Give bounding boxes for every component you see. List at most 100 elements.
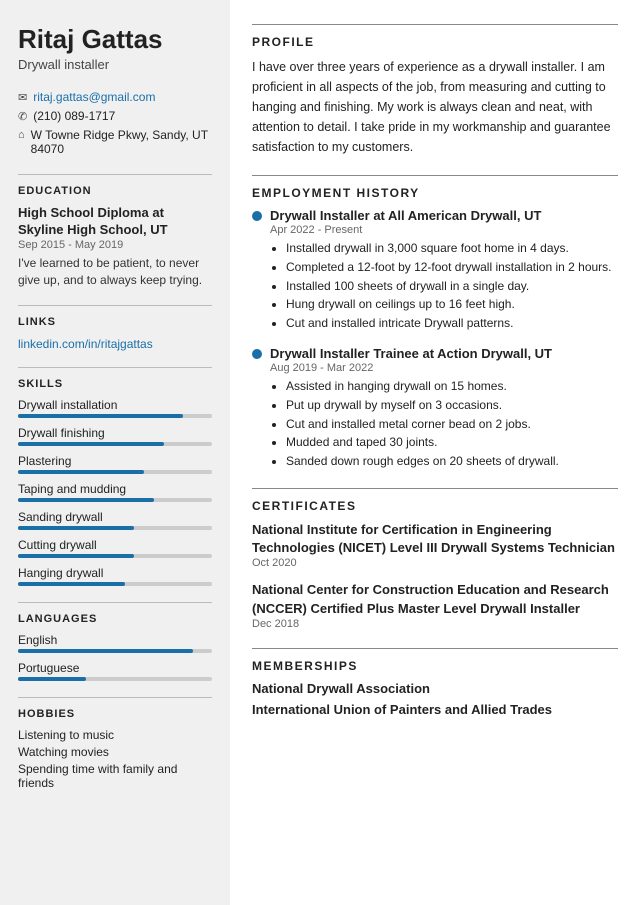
cert-entry: National Center for Construction Educati… <box>252 581 618 629</box>
language-name: English <box>18 633 212 647</box>
linkedin-link-item: linkedin.com/in/ritajgattas <box>18 336 212 351</box>
skill-bar-bg <box>18 554 212 558</box>
contact-email: ✉ ritaj.gattas@gmail.com <box>18 90 212 104</box>
hobby-item: Watching movies <box>18 745 212 759</box>
skills-section: SKILLS Drywall installation Drywall fini… <box>18 367 212 586</box>
skill-name: Cutting drywall <box>18 538 212 552</box>
skill-name: Taping and mudding <box>18 482 212 496</box>
members-list: National Drywall Association Internationa… <box>252 681 618 717</box>
job-bullet: Sanded down rough edges on 20 sheets of … <box>286 453 618 470</box>
sidebar: Ritaj Gattas Drywall installer ✉ ritaj.g… <box>0 0 230 905</box>
skill-bar-bg <box>18 582 212 586</box>
education-title: EDUCATION <box>18 185 212 197</box>
skill-name: Hanging drywall <box>18 566 212 580</box>
job-bullets: Assisted in hanging drywall on 15 homes.… <box>270 378 618 470</box>
email-icon: ✉ <box>18 91 27 104</box>
skill-bar-fill <box>18 526 134 530</box>
location-icon: ⌂ <box>18 129 25 141</box>
memberships-section: MEMBERSHIPS National Drywall Association… <box>252 648 618 717</box>
job-title: Drywall Installer Trainee at Action Dryw… <box>270 346 618 361</box>
job-bullet: Completed a 12-foot by 12-foot drywall i… <box>286 259 618 276</box>
edu-description: I've learned to be patient, to never giv… <box>18 255 212 289</box>
links-title: LINKS <box>18 316 212 328</box>
certificates-section-title: CERTIFICATES <box>252 499 618 513</box>
skill-bar-fill <box>18 554 134 558</box>
skill-bar-fill <box>18 498 154 502</box>
membership-item: National Drywall Association <box>252 681 618 696</box>
employment-section-title: EMPLOYMENT HISTORY <box>252 186 618 200</box>
skill-bar-fill <box>18 470 144 474</box>
job-bullet: Cut and installed metal corner bead on 2… <box>286 416 618 433</box>
skill-item: Taping and mudding <box>18 482 212 502</box>
skill-item: Sanding drywall <box>18 510 212 530</box>
skill-bar-bg <box>18 470 212 474</box>
job-title: Drywall Installer at All American Drywal… <box>270 208 618 223</box>
profile-section: PROFILE I have over three years of exper… <box>252 24 618 157</box>
cert-date: Dec 2018 <box>252 618 618 630</box>
language-name: Portuguese <box>18 661 212 675</box>
skill-item: Drywall installation <box>18 398 212 418</box>
job-bullet: Cut and installed intricate Drywall patt… <box>286 315 618 332</box>
profile-text: I have over three years of experience as… <box>252 57 618 157</box>
skill-name: Drywall installation <box>18 398 212 412</box>
job-bullet: Installed drywall in 3,000 square foot h… <box>286 240 618 257</box>
contact-address: ⌂ W Towne Ridge Pkwy, Sandy, UT 84070 <box>18 128 212 156</box>
job-dates: Apr 2022 - Present <box>270 224 618 236</box>
job-bullets: Installed drywall in 3,000 square foot h… <box>270 240 618 332</box>
hobby-item: Listening to music <box>18 728 212 742</box>
language-bar-bg <box>18 649 212 653</box>
skill-name: Plastering <box>18 454 212 468</box>
skill-bar-bg <box>18 442 212 446</box>
employment-section: EMPLOYMENT HISTORY Drywall Installer at … <box>252 175 618 470</box>
job-bullet: Assisted in hanging drywall on 15 homes. <box>286 378 618 395</box>
hobbies-section: HOBBIES Listening to music Watching movie… <box>18 697 212 790</box>
language-bar-fill <box>18 649 193 653</box>
job-bullet: Mudded and taped 30 joints. <box>286 434 618 451</box>
language-item: English <box>18 633 212 653</box>
languages-title: LANGUAGES <box>18 613 212 625</box>
membership-item: International Union of Painters and Alli… <box>252 702 618 717</box>
job-bullet: Put up drywall by myself on 3 occasions. <box>286 397 618 414</box>
job-dot <box>252 211 262 221</box>
job-dates: Aug 2019 - Mar 2022 <box>270 362 618 374</box>
hobbies-title: HOBBIES <box>18 708 212 720</box>
skill-item: Cutting drywall <box>18 538 212 558</box>
job-bullet: Hung drywall on ceilings up to 16 feet h… <box>286 296 618 313</box>
cert-date: Oct 2020 <box>252 557 618 569</box>
skill-name: Sanding drywall <box>18 510 212 524</box>
education-section: EDUCATION High School Diploma at Skyline… <box>18 174 212 288</box>
job-entry: Drywall Installer Trainee at Action Dryw… <box>252 346 618 470</box>
candidate-name: Ritaj Gattas <box>18 24 212 55</box>
linkedin-link[interactable]: linkedin.com/in/ritajgattas <box>18 337 153 351</box>
contact-section: ✉ ritaj.gattas@gmail.com ✆ (210) 089-171… <box>18 90 212 156</box>
phone-icon: ✆ <box>18 110 27 123</box>
skill-item: Plastering <box>18 454 212 474</box>
cert-entry: National Institute for Certification in … <box>252 521 618 569</box>
skills-title: SKILLS <box>18 378 212 390</box>
memberships-section-title: MEMBERSHIPS <box>252 659 618 673</box>
address-value: W Towne Ridge Pkwy, Sandy, UT 84070 <box>31 128 212 156</box>
jobs-list: Drywall Installer at All American Drywal… <box>252 208 618 470</box>
language-bar-fill <box>18 677 86 681</box>
language-item: Portuguese <box>18 661 212 681</box>
phone-value: (210) 089-1717 <box>33 109 115 123</box>
skills-list: Drywall installation Drywall finishing P… <box>18 398 212 586</box>
cert-title: National Center for Construction Educati… <box>252 581 618 617</box>
profile-section-title: PROFILE <box>252 35 618 49</box>
skill-bar-bg <box>18 498 212 502</box>
skill-bar-fill <box>18 442 164 446</box>
edu-degree: High School Diploma at Skyline High Scho… <box>18 205 212 239</box>
certificates-section: CERTIFICATES National Institute for Cert… <box>252 488 618 630</box>
skill-name: Drywall finishing <box>18 426 212 440</box>
job-entry: Drywall Installer at All American Drywal… <box>252 208 618 332</box>
hobbies-list: Listening to music Watching movies Spendin… <box>18 728 212 790</box>
skill-bar-bg <box>18 526 212 530</box>
hobby-item: Spending time with family and friends <box>18 762 212 790</box>
skill-bar-bg <box>18 414 212 418</box>
email-link[interactable]: ritaj.gattas@gmail.com <box>33 90 155 104</box>
skill-bar-fill <box>18 582 125 586</box>
languages-section: LANGUAGES English Portuguese <box>18 602 212 681</box>
job-bullet: Installed 100 sheets of drywall in a sin… <box>286 278 618 295</box>
cert-title: National Institute for Certification in … <box>252 521 618 557</box>
main-content: PROFILE I have over three years of exper… <box>230 0 640 905</box>
